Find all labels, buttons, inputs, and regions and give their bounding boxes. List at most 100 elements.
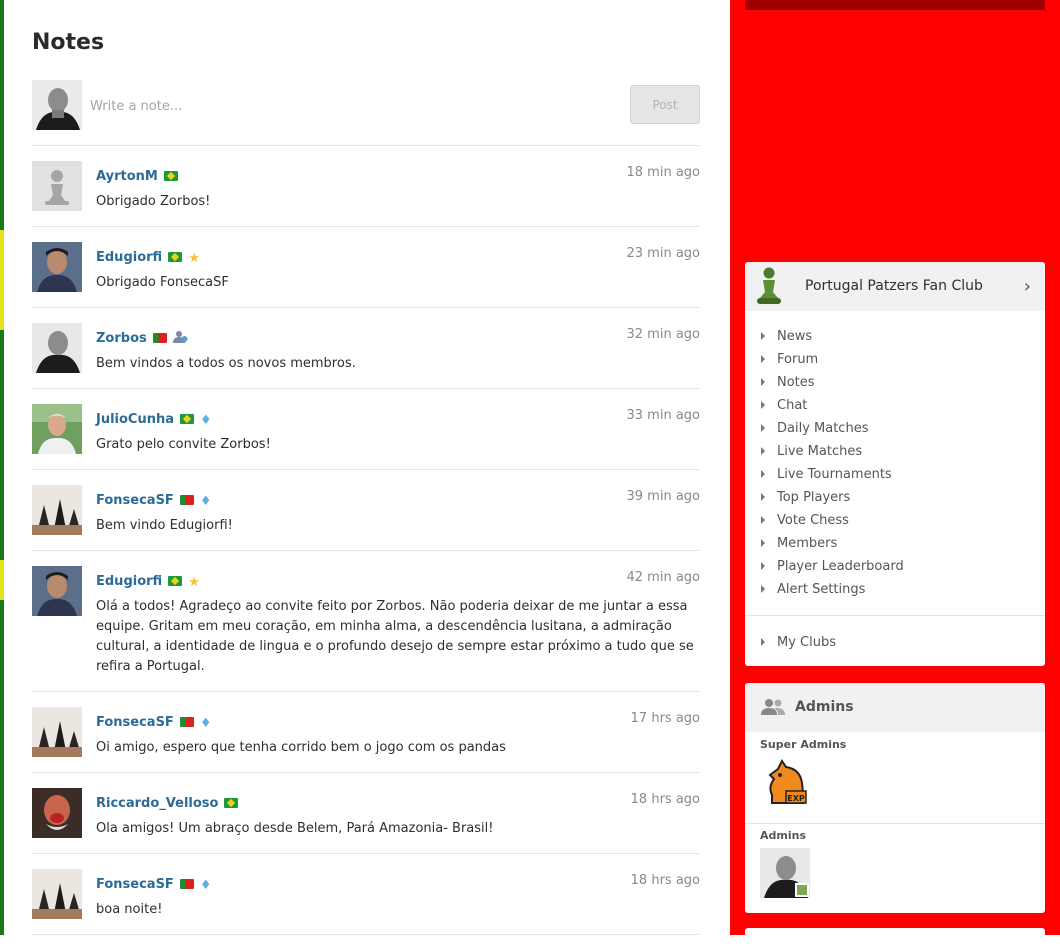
note-username[interactable]: FonsecaSF	[96, 493, 174, 508]
note-timestamp: 18 min ago	[626, 165, 701, 180]
club-menu-live-matches[interactable]: Live Matches	[761, 443, 904, 466]
club-menu-news[interactable]: News	[761, 328, 904, 351]
sidebar: Portugal Patzers Fan Club › News Forum N…	[730, 0, 1060, 948]
brazil-flag-icon	[163, 171, 178, 181]
note-username[interactable]: Edugiorfi	[96, 250, 162, 265]
club-menu-forum[interactable]: Forum	[761, 351, 904, 374]
note-item: Riccardo_Velloso 18 hrs ago Ola amigos! …	[32, 773, 700, 854]
note-timestamp: 39 min ago	[626, 489, 701, 504]
note-text: Olá a todos! Agradeço ao convite feito p…	[96, 599, 694, 674]
note-text: Bem vindos a todos os novos membros.	[96, 356, 356, 371]
caret-right-icon	[761, 638, 765, 646]
note-timestamp: 18 hrs ago	[630, 792, 700, 807]
note-text: Grato pelo convite Zorbos!	[96, 437, 271, 452]
diamond-icon: ♦	[199, 716, 212, 731]
note-timestamp: 42 min ago	[626, 570, 701, 585]
my-avatar[interactable]	[32, 80, 82, 130]
brazil-flag-icon	[224, 798, 239, 808]
online-status-icon	[795, 883, 809, 897]
club-menu-top-players[interactable]: Top Players	[761, 489, 904, 512]
note-item: FonsecaSF ♦ 18 hrs ago boa noite!	[32, 854, 700, 935]
note-timestamp: 32 min ago	[626, 327, 701, 342]
caret-right-icon	[761, 585, 765, 593]
divider	[745, 823, 1045, 824]
star-icon: ★	[188, 575, 200, 590]
note-text: Ola amigos! Um abraço desde Belem, Pará …	[96, 821, 494, 836]
club-name[interactable]: Portugal Patzers Fan Club	[805, 278, 983, 294]
note-item: FonsecaSF ♦ 39 min ago Bem vindo Edugiorf…	[32, 470, 700, 551]
note-item: Edugiorfi ★ 42 min ago Olá a todos! Agrad…	[32, 551, 700, 692]
note-text: Obrigado Zorbos!	[96, 194, 211, 209]
note-username[interactable]: AyrtonM	[96, 169, 158, 184]
club-menu-vote-chess[interactable]: Vote Chess	[761, 512, 904, 535]
user-avatar-chess-pieces[interactable]	[32, 707, 82, 757]
note-item: JulioCunha ♦ 33 min ago Grato pelo convit…	[32, 389, 700, 470]
note-username[interactable]: FonsecaSF	[96, 877, 174, 892]
brazil-flag-icon	[180, 414, 195, 424]
svg-text:EXP: EXP	[787, 794, 805, 803]
note-username[interactable]: Riccardo_Velloso	[96, 796, 218, 811]
portugal-flag-icon	[179, 879, 194, 889]
note-username[interactable]: JulioCunha	[96, 412, 174, 427]
admins-card: Admins Super Admins EXP Admins	[745, 683, 1045, 913]
note-text: Obrigado FonsecaSF	[96, 275, 229, 290]
chevron-right-icon[interactable]: ›	[1024, 276, 1031, 297]
club-menu-daily-matches[interactable]: Daily Matches	[761, 420, 904, 443]
user-avatar-photo[interactable]	[32, 788, 82, 838]
note-item: Edugiorfi ★ 23 min ago Obrigado FonsecaSF	[32, 227, 700, 308]
note-item: FonsecaSF ♦ 17 hrs ago Oi amigo, espero q…	[32, 692, 700, 773]
diamond-icon: ♦	[200, 413, 212, 428]
brazil-flag-icon	[168, 576, 183, 586]
caret-right-icon	[761, 424, 765, 432]
star-icon: ★	[188, 251, 200, 266]
caret-right-icon	[761, 470, 765, 478]
note-username[interactable]: Edugiorfi	[96, 574, 162, 589]
portugal-flag-icon	[179, 717, 194, 727]
caret-right-icon	[761, 562, 765, 570]
caret-right-icon	[761, 401, 765, 409]
super-admins-label: Super Admins	[760, 738, 847, 751]
notes-title: Notes	[32, 30, 105, 55]
users-icon	[761, 699, 785, 715]
club-card: Portugal Patzers Fan Club › News Forum N…	[745, 262, 1045, 666]
admins-title: Admins	[795, 699, 854, 715]
note-composer: Post	[32, 80, 700, 130]
note-username[interactable]: FonsecaSF	[96, 715, 174, 730]
club-menu-chat[interactable]: Chat	[761, 397, 904, 420]
portugal-flag-icon	[152, 333, 167, 343]
note-timestamp: 18 hrs ago	[630, 873, 700, 888]
caret-right-icon	[761, 539, 765, 547]
caret-right-icon	[761, 493, 765, 501]
note-text: Oi amigo, espero que tenha corrido bem o…	[96, 740, 506, 755]
caret-right-icon	[761, 447, 765, 455]
note-list: AyrtonM 18 min ago Obrigado Zorbos! Edug…	[32, 146, 700, 935]
club-menu-alert-settings[interactable]: Alert Settings	[761, 581, 904, 604]
knight-avatar[interactable]: EXP	[760, 757, 810, 807]
admins-header: Admins	[745, 683, 1045, 732]
club-menu-notes[interactable]: Notes	[761, 374, 904, 397]
club-menu-player-leaderboard[interactable]: Player Leaderboard	[761, 558, 904, 581]
next-card	[745, 928, 1045, 948]
caret-right-icon	[761, 355, 765, 363]
club-menu: News Forum Notes Chat Daily Matches Live…	[761, 328, 904, 604]
staff-icon	[172, 330, 188, 346]
user-avatar-photo[interactable]	[32, 404, 82, 454]
user-avatar-photo[interactable]	[32, 323, 82, 373]
notes-panel: Notes Post AyrtonM 18 min ago	[4, 0, 730, 935]
user-avatar-photo[interactable]	[32, 566, 82, 616]
user-avatar-chess-pieces[interactable]	[32, 485, 82, 535]
user-avatar-pawn[interactable]	[32, 161, 82, 211]
note-text: Bem vindo Edugiorfi!	[96, 518, 233, 533]
user-avatar-photo[interactable]	[32, 242, 82, 292]
club-menu-live-tournaments[interactable]: Live Tournaments	[761, 466, 904, 489]
brazil-flag-icon	[168, 252, 183, 262]
club-header[interactable]: Portugal Patzers Fan Club ›	[745, 262, 1045, 311]
note-username[interactable]: Zorbos	[96, 331, 147, 346]
diamond-icon: ♦	[199, 878, 212, 893]
admins-label: Admins	[760, 829, 806, 842]
post-button[interactable]: Post	[630, 85, 700, 124]
my-clubs-link[interactable]: My Clubs	[761, 634, 836, 657]
club-menu-members[interactable]: Members	[761, 535, 904, 558]
note-input[interactable]	[88, 88, 572, 124]
user-avatar-chess-pieces[interactable]	[32, 869, 82, 919]
